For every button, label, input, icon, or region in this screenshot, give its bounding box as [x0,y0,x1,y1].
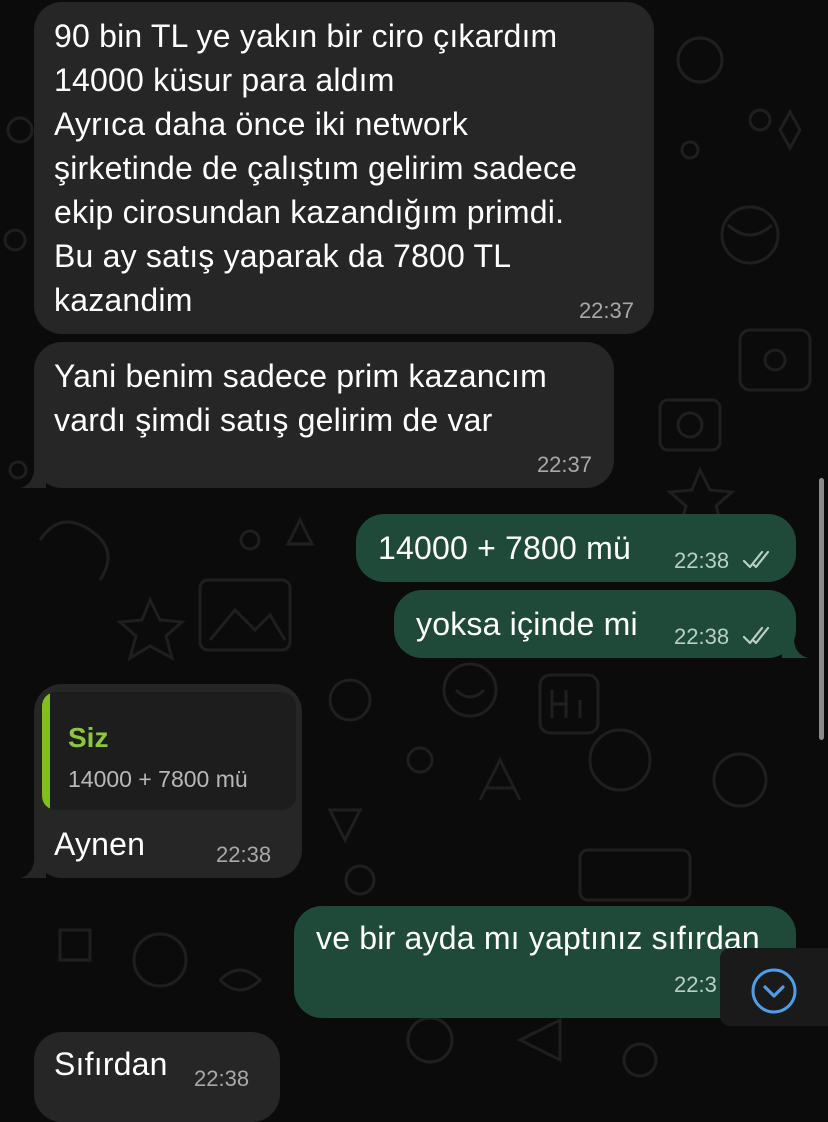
message-bubble-incoming-reply[interactable]: Siz 14000 + 7800 mü Aynen 22:38 [34,684,302,878]
message-text: ve bir ayda mı yaptınız sıfırdan [316,920,760,956]
message-text: yoksa içinde mi [416,606,638,642]
message-bubble-incoming[interactable]: Sıfırdan 22:38 [34,1032,280,1122]
message-bubble-outgoing[interactable]: yoksa içinde mi 22:38 [394,590,796,658]
double-check-icon [742,626,770,645]
bubble-tail [782,632,808,658]
message-bubble-outgoing[interactable]: 14000 + 7800 mü 22:38 [356,514,796,582]
quoted-message[interactable]: Siz 14000 + 7800 mü [42,692,296,810]
double-check-icon [742,550,770,569]
message-bubble-incoming[interactable]: 90 bin TL ye yakın bir ciro çıkardım 140… [34,2,654,334]
scroll-to-bottom-button[interactable] [720,948,828,1026]
quote-text: 14000 + 7800 mü [68,766,248,792]
message-time: 22:38 [674,624,730,649]
bubble-tail [20,852,46,878]
bubble-tail [20,462,46,488]
quote-accent-bar [42,692,50,810]
message-text: Aynen [54,826,146,862]
message-time: 22:38 [194,1066,250,1091]
message-text: 90 bin TL ye yakın bir ciro çıkardım 140… [54,18,578,318]
quote-author: Siz [68,722,109,753]
message-text: 14000 + 7800 mü [378,530,631,566]
scrollbar[interactable] [819,478,824,740]
message-time: 22:38 [216,842,272,867]
message-time: 22:37 [536,452,592,477]
message-text: Yani benim sadece prim kazancım vardı şi… [54,358,547,438]
message-time: 22:3 [674,972,717,997]
message-time: 22:37 [578,298,634,323]
chevron-down-icon [751,968,797,1014]
message-bubble-incoming[interactable]: Yani benim sadece prim kazancım vardı şi… [34,342,614,488]
message-text: Sıfırdan [54,1046,168,1082]
message-time: 22:38 [674,548,730,573]
